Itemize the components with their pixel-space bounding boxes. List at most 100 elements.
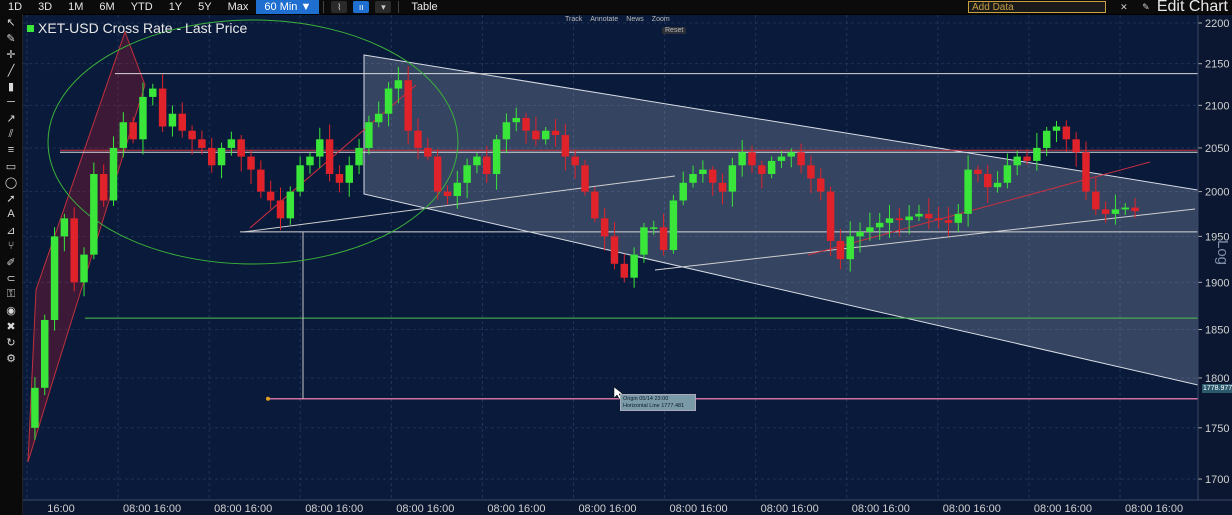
candle-body: [70, 218, 78, 283]
chart-canvas[interactable]: 16:00 08:00 16:00 08:00 16:00 08:00 16:00 08…: [0, 0, 1232, 515]
candle-body: [355, 147, 363, 166]
candle-body: [640, 227, 648, 255]
candle-body: [374, 113, 383, 123]
candle-body: [964, 169, 972, 214]
pencil-icon[interactable]: ✎: [0, 30, 22, 46]
candle-body: [247, 156, 255, 170]
candle-body: [453, 182, 462, 197]
rectangle-icon[interactable]: ▭: [0, 158, 22, 174]
range-max-button[interactable]: Max: [220, 0, 257, 14]
candle-body: [1072, 139, 1080, 153]
bars-icon[interactable]: ▮: [0, 78, 22, 94]
candle-body: [424, 147, 432, 157]
trash-icon[interactable]: ✖: [0, 318, 22, 334]
candle-body: [659, 227, 668, 251]
candle-body: [718, 182, 727, 192]
candle-body: [414, 130, 422, 148]
interval-select[interactable]: 60 Min ▼: [256, 0, 320, 14]
add-data-area: Add Data: [800, 0, 1130, 14]
brush-icon[interactable]: ✐: [0, 254, 22, 270]
candle-body: [797, 152, 805, 166]
ray-icon[interactable]: ↗: [0, 110, 22, 126]
track-button[interactable]: Track: [563, 16, 584, 23]
candle-body: [875, 222, 884, 228]
magnet-icon[interactable]: ⊂: [0, 270, 22, 286]
pitchfork-icon[interactable]: ⑂: [0, 238, 22, 254]
candle-body: [306, 156, 314, 166]
candle-body: [502, 122, 511, 140]
text-icon[interactable]: A: [0, 206, 22, 222]
candle-body: [817, 178, 825, 192]
edit-icon[interactable]: ✎: [1138, 1, 1154, 13]
y-tick-label: 2000: [1205, 187, 1229, 199]
reset-button[interactable]: Reset: [662, 27, 687, 34]
eye-icon[interactable]: ◉: [0, 302, 22, 318]
arrow-icon[interactable]: ➚: [0, 190, 22, 206]
candle-body: [925, 213, 933, 219]
candle-body: [984, 174, 992, 188]
candle-body: [31, 387, 39, 428]
x-tick-label: 08:00 16:00: [852, 503, 910, 515]
table-button[interactable]: Table: [403, 0, 445, 14]
candle-body: [60, 218, 69, 237]
range-ytd-button[interactable]: YTD: [123, 0, 161, 14]
candle-body: [846, 236, 854, 260]
range-1d-button[interactable]: 1D: [0, 0, 30, 14]
candle-body: [650, 227, 658, 229]
x-tick-label: 08:00 16:00: [487, 503, 545, 515]
close-icon[interactable]: ✕: [1116, 1, 1132, 13]
gear-icon[interactable]: ⚙: [0, 350, 22, 366]
range-5y-button[interactable]: 5Y: [190, 0, 219, 14]
candle-body: [129, 122, 137, 140]
range-6m-button[interactable]: 6M: [91, 0, 122, 14]
add-data-input[interactable]: Add Data: [968, 1, 1106, 13]
candle-body: [365, 122, 373, 148]
x-tick-label: 08:00 16:00: [123, 503, 181, 515]
price-tag: 1778.977: [1202, 384, 1232, 393]
lock-icon[interactable]: ⚿: [0, 286, 22, 302]
fib-icon[interactable]: ≡: [0, 142, 22, 158]
range-1y-button[interactable]: 1Y: [161, 0, 190, 14]
candle-body: [620, 263, 629, 278]
candle-body: [1121, 207, 1129, 210]
crosshair-icon[interactable]: ✛: [0, 46, 22, 62]
toolbar-divider: [323, 1, 325, 13]
candle-body: [758, 165, 766, 175]
toolbar-divider: [398, 1, 400, 13]
horizontal-line-icon[interactable]: ─: [0, 94, 22, 110]
candle-body: [149, 88, 157, 97]
candle-body: [296, 165, 304, 192]
annotate-button[interactable]: Annotate: [588, 16, 620, 23]
candle-body: [561, 135, 570, 157]
edit-chart-button[interactable]: Edit Chart: [1157, 0, 1232, 15]
x-tick-label: 08:00 16:00: [396, 503, 454, 515]
candle-body: [630, 254, 638, 278]
news-button[interactable]: News: [624, 16, 646, 23]
candlestick-icon[interactable]: ıı: [353, 1, 370, 13]
zoom-button[interactable]: Zoom: [650, 16, 672, 23]
range-1m-button[interactable]: 1M: [60, 0, 91, 14]
candle-body: [1111, 209, 1120, 214]
candle-body: [473, 156, 481, 166]
candle-body: [512, 117, 520, 123]
y-tick-label: 2200: [1205, 18, 1229, 30]
candle-body: [217, 147, 226, 166]
chevron-down-icon[interactable]: ▾: [375, 1, 392, 13]
channel-icon[interactable]: ⫽: [0, 126, 22, 142]
candle-body: [1092, 191, 1100, 210]
refresh-icon[interactable]: ↻: [0, 334, 22, 350]
ellipse-icon[interactable]: ◯: [0, 174, 22, 190]
candle-body: [139, 96, 147, 140]
candle-body: [777, 156, 786, 161]
candle-body: [41, 319, 49, 388]
candle-body: [728, 165, 737, 192]
measure-icon[interactable]: ⊿: [0, 222, 22, 238]
y-tick-label: 1850: [1205, 325, 1229, 337]
trendline-icon[interactable]: ╱: [0, 62, 22, 78]
line-chart-icon[interactable]: ⌇: [331, 1, 348, 13]
pointer-icon[interactable]: ↖: [0, 14, 22, 30]
candle-body: [237, 139, 245, 157]
candle-body: [345, 165, 353, 183]
range-3d-button[interactable]: 3D: [30, 0, 60, 14]
tooltip-line-1: Origin 05/14 23:00: [623, 396, 669, 402]
